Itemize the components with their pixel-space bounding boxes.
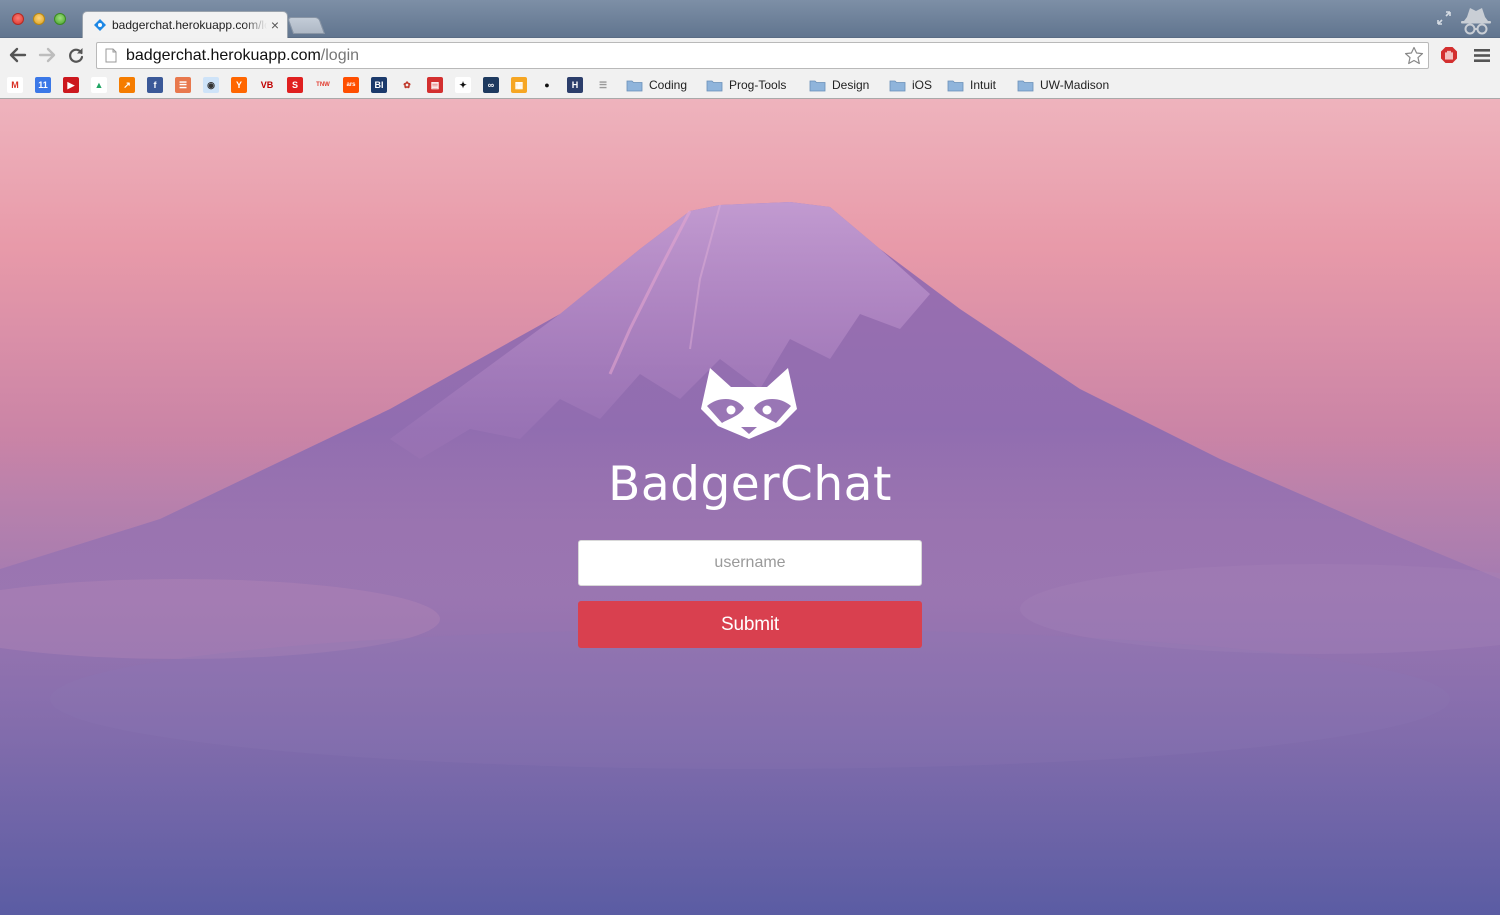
comic-icon[interactable]: ✿	[399, 77, 415, 93]
close-window-button[interactable]	[12, 13, 24, 25]
submit-button[interactable]: Submit	[578, 601, 922, 648]
bookmark-folder-intuit[interactable]: Intuit	[947, 76, 996, 94]
bookmark-folder-label: UW-Madison	[1040, 78, 1110, 92]
facebook-icon[interactable]: f	[147, 77, 163, 93]
gmail-icon[interactable]: M	[7, 77, 23, 93]
youtube-icon[interactable]: ▶	[63, 77, 79, 93]
folder-icon	[889, 80, 906, 91]
feedly-icon[interactable]: ☰	[175, 77, 191, 93]
bookmark-star-icon[interactable]	[1404, 46, 1424, 66]
bookmark-folder-prog-tools[interactable]: Prog-Tools	[706, 76, 786, 94]
bookmark-folder-label: Prog-Tools	[729, 78, 787, 92]
businessinsider-icon[interactable]: BI	[371, 77, 387, 93]
back-arrow-icon[interactable]	[8, 45, 28, 65]
bookmark-folder-label: iOS	[912, 78, 933, 92]
tab-favicon-icon	[94, 19, 106, 31]
raccoon-logo-icon	[701, 368, 797, 439]
news-icon[interactable]: ▤	[427, 77, 443, 93]
folder-icon	[809, 80, 826, 91]
incognito-icon	[1461, 8, 1491, 35]
ars-icon[interactable]: ars	[343, 77, 359, 93]
bookmark-folder-ios[interactable]: iOS	[889, 76, 932, 94]
tnw-icon[interactable]: TNW	[315, 77, 331, 93]
calendar-icon[interactable]: 11	[35, 77, 51, 93]
login-page: BadgerChat Submit	[0, 99, 1500, 915]
folder-icon	[947, 80, 964, 91]
bookmark-folder-label: Design	[832, 78, 870, 92]
brand-title: BadgerChat	[608, 457, 892, 512]
forward-arrow-icon[interactable]	[37, 45, 57, 65]
bookmarks-bar: M 11 ▶ ▲ ↗ f ☰ ◉ Y VB S TNW ars BI ✿ ▤ ✦…	[0, 72, 1500, 99]
hackernews-icon[interactable]: Y	[231, 77, 247, 93]
analytics-icon[interactable]: ↗	[119, 77, 135, 93]
browser-tab[interactable]: badgerchat.herokuapp.com/login ×	[82, 11, 288, 38]
fullscreen-icon[interactable]	[1436, 10, 1452, 26]
folder-icon	[1017, 80, 1034, 91]
browser-toolbar: badgerchat.herokuapp.com/login	[0, 38, 1500, 72]
bookmark-folder-coding[interactable]: Coding	[626, 76, 687, 94]
tab-title: badgerchat.herokuapp.com/login	[112, 18, 267, 32]
reload-icon[interactable]	[66, 45, 86, 65]
h-icon[interactable]: H	[567, 77, 583, 93]
address-bar[interactable]: badgerchat.herokuapp.com/login	[96, 42, 1429, 69]
url-path: /login	[320, 46, 360, 64]
swiss-icon[interactable]: S	[287, 77, 303, 93]
folder-icon	[706, 80, 723, 91]
username-input[interactable]	[578, 540, 922, 586]
bookmark-folder-label: Intuit	[970, 78, 997, 92]
bookmark-folder-label: Coding	[649, 78, 688, 92]
zoom-window-button[interactable]	[54, 13, 66, 25]
url-host: badgerchat.herokuapp.com	[126, 46, 321, 64]
page-icon	[105, 48, 117, 63]
venturebeat-icon[interactable]: VB	[259, 77, 275, 93]
window-titlebar: badgerchat.herokuapp.com/login ×	[0, 0, 1500, 38]
bookmark-folder-design[interactable]: Design	[809, 76, 869, 94]
github-icon[interactable]: ●	[539, 77, 555, 93]
bookmark-folder-uw-madison[interactable]: UW-Madison	[1017, 76, 1109, 94]
link-icon[interactable]: ∞	[483, 77, 499, 93]
menu-icon[interactable]	[1474, 49, 1490, 62]
adblock-icon[interactable]	[1440, 46, 1458, 64]
xkcd-icon[interactable]: ✦	[455, 77, 471, 93]
grid-icon[interactable]: ▦	[511, 77, 527, 93]
reddit-icon[interactable]: ◉	[203, 77, 219, 93]
drive-icon[interactable]: ▲	[91, 77, 107, 93]
minimize-window-button[interactable]	[33, 13, 45, 25]
folder-icon	[626, 80, 643, 91]
more-bookmarks-icon[interactable]: ☰	[595, 77, 611, 93]
new-tab-button[interactable]	[286, 17, 326, 34]
tab-close-icon[interactable]: ×	[271, 18, 279, 32]
